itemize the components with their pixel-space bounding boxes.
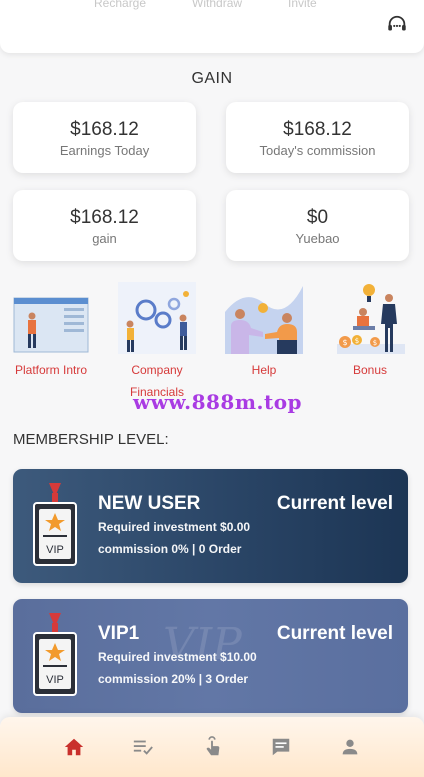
current-level-label: Current level (276, 623, 393, 644)
gain-title: GAIN (191, 70, 233, 87)
gain-label: gain (92, 231, 117, 246)
nav-messages[interactable] (267, 733, 295, 761)
company-financials-illustration (118, 282, 196, 354)
recharge-link[interactable]: Recharge (94, 0, 146, 10)
invite-link[interactable]: Invite (288, 0, 317, 10)
top-links: Recharge Withdraw Invite (94, 0, 317, 10)
svg-text:VIP: VIP (46, 674, 64, 686)
feature-company-financials[interactable]: Company Financials (117, 282, 197, 403)
commission-info: commission 20% | 3 Order (98, 672, 249, 686)
withdraw-link[interactable]: Withdraw (192, 0, 242, 10)
bonus-label: Bonus (352, 363, 388, 377)
top-bar: Recharge Withdraw Invite (0, 0, 424, 53)
home-icon (65, 738, 84, 756)
help-label: Help (251, 363, 277, 377)
platform-intro-illustration (13, 297, 89, 353)
level-card-new-user[interactable]: VIP NEW USER Current level Required inve… (13, 469, 408, 583)
nav-home[interactable] (60, 733, 88, 761)
order-list-icon (134, 740, 154, 755)
required-investment: Required investment $0.00 (98, 520, 251, 534)
yuebao-label: Yuebao (295, 231, 340, 246)
todays-commission-value: $168.12 (283, 119, 352, 140)
svg-text:$: $ (355, 337, 359, 345)
grab-order-icon (206, 736, 220, 756)
bonus-illustration: $ $ $ (337, 284, 405, 354)
platform-intro-label: Platform Intro (14, 363, 88, 377)
svg-text:$: $ (373, 339, 377, 347)
level-card-vip1[interactable]: VIP VIP VIP1 Current level Required inve… (13, 599, 408, 713)
level-name: NEW USER (98, 493, 201, 514)
profile-icon (342, 739, 357, 755)
todays-commission-card: $168.12 Today's commission (226, 102, 409, 173)
svg-text:$: $ (342, 338, 347, 347)
svg-text:VIP: VIP (46, 544, 64, 556)
commission-info: commission 0% | 0 Order (98, 542, 242, 556)
help-illustration (225, 286, 303, 354)
todays-commission-label: Today's commission (259, 143, 376, 158)
nav-orders[interactable] (129, 733, 157, 761)
earnings-today-card: $168.12 Earnings Today (13, 102, 196, 173)
message-icon (272, 738, 290, 756)
vip-badge-icon: VIP (33, 613, 77, 696)
level-name: VIP1 (98, 623, 140, 644)
feature-platform-intro[interactable]: Platform Intro (11, 282, 91, 381)
current-level-label: Current level (276, 493, 393, 514)
feature-bonus[interactable]: $ $ $ Bonus (330, 282, 410, 381)
membership-title: MEMBERSHIP LEVEL: (13, 431, 169, 448)
required-investment: Required investment $10.00 (98, 650, 257, 664)
yuebao-value: $0 (306, 207, 329, 228)
watermark-url: www.888m.top (133, 390, 303, 414)
gain-card: $168.12 gain (13, 190, 196, 261)
headset-icon[interactable] (386, 14, 408, 36)
yuebao-card: $0 Yuebao (226, 190, 409, 261)
nav-grab[interactable] (198, 733, 226, 761)
vip-badge-icon: VIP (33, 483, 77, 566)
bottom-nav (0, 717, 424, 777)
nav-profile[interactable] (336, 733, 364, 761)
feature-help[interactable]: Help (224, 282, 304, 381)
gain-value: $168.12 (70, 207, 139, 228)
earnings-today-label: Earnings Today (59, 143, 150, 158)
earnings-today-value: $168.12 (70, 119, 139, 140)
